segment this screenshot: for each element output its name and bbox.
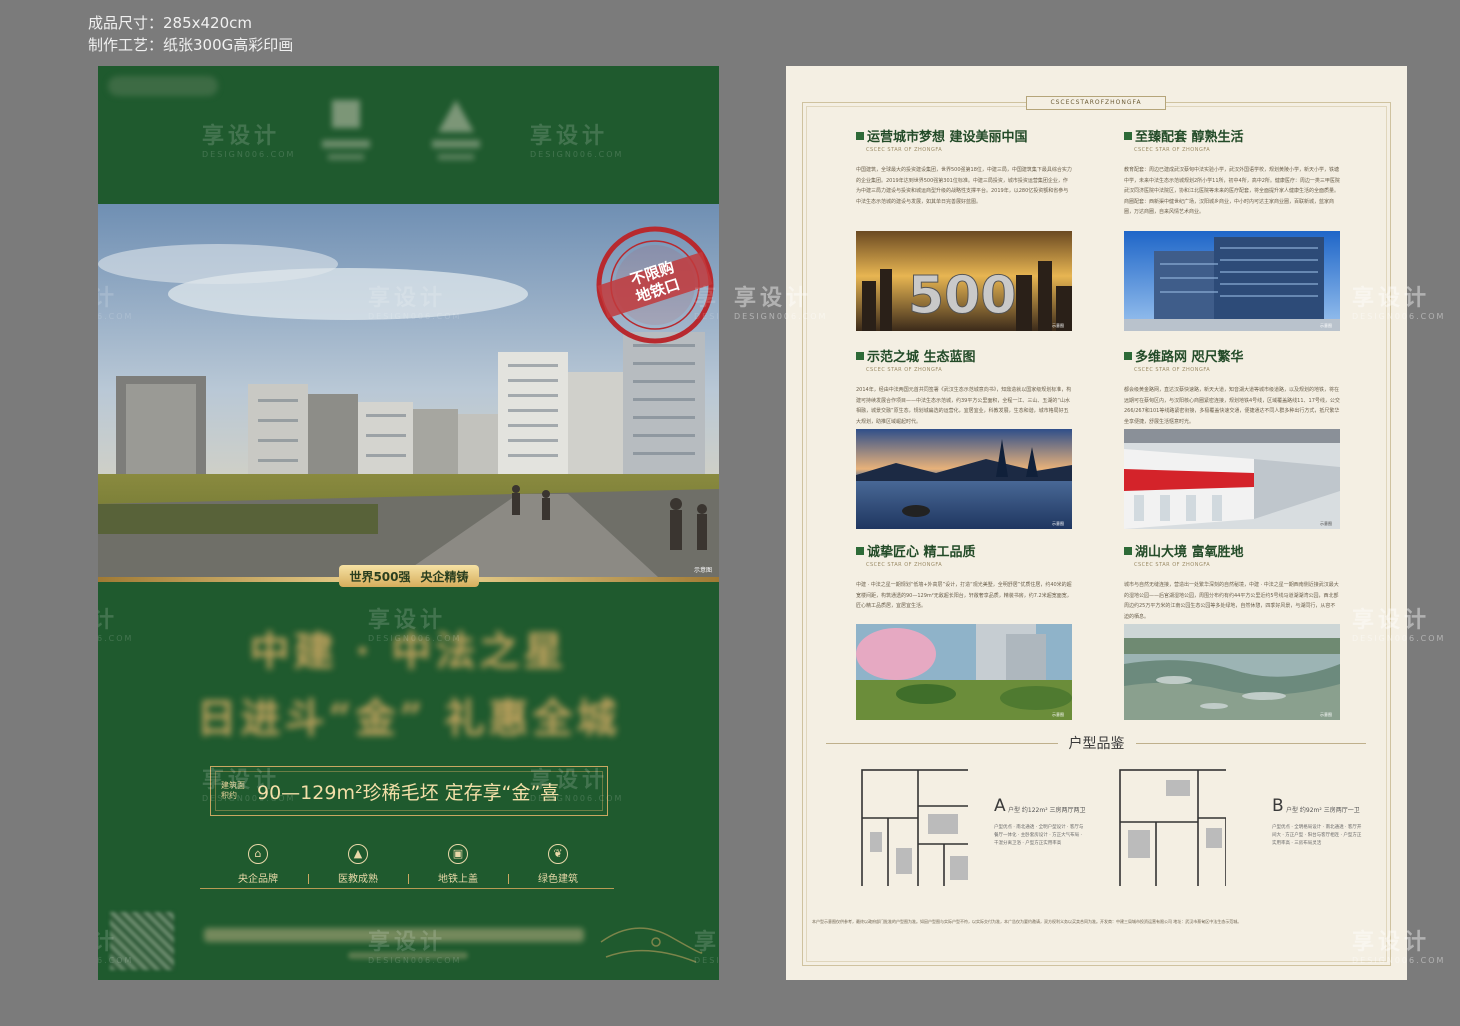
headline-slogan: 日进斗“金” 礼惠全城 xyxy=(196,695,621,742)
svg-text:示意图: 示意图 xyxy=(1052,322,1064,328)
spec-craft: 制作工艺：纸张300G高彩印画 xyxy=(88,36,294,54)
photo-hospital: 示意图 xyxy=(1124,231,1340,331)
plan-b-notes: 户型优点 · 全明格局设计 · 南北通透 · 客厅开间大 · 方正户型 · 阳台… xyxy=(1272,825,1362,846)
section-eco-city: 示范之城 生态蓝图 CSCEC STAR OF ZHONGFA 2014年，经由… xyxy=(856,346,1072,427)
watermark: 享设计DESIGN006.COM xyxy=(202,124,296,159)
price-text: 90—129m²珍稀毛坯 定存享“金”喜 xyxy=(257,781,560,804)
home-icon: ⌂ xyxy=(248,844,268,864)
svg-text:示意图: 示意图 xyxy=(1052,711,1064,717)
leaf-icon: ❦ xyxy=(548,844,568,864)
feature-metro: ▣ 地铁上盖 xyxy=(408,844,508,885)
section-title: 多维路网 咫尺繁华 xyxy=(1135,350,1244,365)
developer-logo xyxy=(108,76,218,96)
feature-divider xyxy=(200,888,614,889)
feature-label: 绿色建筑 xyxy=(538,874,578,885)
section-transport: 多维路网 咫尺繁华 CSCEC STAR OF ZHONGFA 都会级黄金路网，… xyxy=(1124,346,1340,427)
section-sub: CSCEC STAR OF ZHONGFA xyxy=(866,562,943,568)
headline-project-name: 中建 · 中法之星 xyxy=(249,628,568,675)
ribbon-badge: 世界500强 央企精铸 xyxy=(339,565,479,587)
floorplan-b xyxy=(1119,769,1226,886)
section-body: 中国建筑，全球最大的投资建设集团，世界500强第18位，中建三局，中国建筑集下最… xyxy=(856,167,1072,205)
section-sub: CSCEC STAR OF ZHONGFA xyxy=(1134,367,1211,373)
section-body: 都会级黄金路网，直达汉蔡快速路，新天大道，知音湖大道等城市级道路，以及规划的地铁… xyxy=(1124,387,1340,425)
plan-a-letter: A xyxy=(994,796,1006,816)
brand-tab: CSCECSTAROFZHONGFA xyxy=(1026,96,1166,110)
photo-500-city: 500 示意图 xyxy=(856,231,1072,331)
spec-size: 成品尺寸：285x420cm xyxy=(88,14,252,32)
section-title: 示范之城 生态蓝图 xyxy=(867,350,976,365)
feature-green: ❦ 绿色建筑 xyxy=(508,844,608,885)
section-sub: CSCEC STAR OF ZHONGFA xyxy=(1134,147,1211,153)
feature-label: 地铁上盖 xyxy=(438,874,478,885)
plan-b-meta: 户型 约92m² 三房两厅一卫 xyxy=(1286,807,1360,814)
ribbon-right-text: 央企精铸 xyxy=(420,569,469,584)
photo-metro: 示意图 xyxy=(1124,429,1340,529)
stamp-badge: 不限购 地铁口 xyxy=(592,222,718,348)
photo-garden: 示意图 xyxy=(856,624,1072,724)
location-map-icon xyxy=(600,927,703,963)
svg-text:示意图: 示意图 xyxy=(1052,520,1064,526)
svg-text:500: 500 xyxy=(908,266,1017,326)
plan-a-meta: 户型 约122m² 三房两厅两卫 xyxy=(1008,807,1086,814)
floorplan-a xyxy=(861,769,968,886)
section-amenities: 至臻配套 醇熟生活 CSCEC STAR OF ZHONGFA 教育配套：周边已… xyxy=(1124,126,1340,218)
section-sub: CSCEC STAR OF ZHONGFA xyxy=(1134,562,1211,568)
section-title: 至臻配套 醇熟生活 xyxy=(1135,130,1244,145)
section-body: 中建 · 中法之星一期规划“低墙+外高层”设计，打造“观光美墅，全明舒居”优质住… xyxy=(856,582,1072,609)
section-title: 诚挚匠心 精工品质 xyxy=(867,545,976,560)
photo-lake: 示意图 xyxy=(856,429,1072,529)
graduation-cap-icon: ▲ xyxy=(348,844,368,864)
svg-text:示意图: 示意图 xyxy=(1320,520,1332,526)
section-body: 教育配套：周边已建成武汉蔡甸中法实验小学，武汉外国语学校，规划黄陵小学，新天小学… xyxy=(1124,167,1340,215)
feature-row: ⌂ 央企品牌 ▲ 医教成熟 ▣ 地铁上盖 ❦ 绿色建筑 xyxy=(208,844,608,894)
back-flyer: CSCECSTAROFZHONGFA 运营城市梦想 建设美丽中国 CSCEC S… xyxy=(734,66,1443,980)
section-sub: CSCEC STAR OF ZHONGFA xyxy=(866,367,943,373)
hotline-blurred xyxy=(204,928,584,942)
footnote: 本户型示意图仅供参考，最终以政府部门批准的户型图为准。如因户型图与实际户型不符，… xyxy=(812,919,1242,924)
feature-education: ▲ 医教成熟 xyxy=(308,844,408,885)
plan-a-notes: 户型优点 · 南北通透 · 全明户型设计 · 客厅与餐厅一体化 · 主卧套房设计… xyxy=(994,825,1084,846)
plan-b-letter: B xyxy=(1272,796,1284,816)
svg-text:示意图: 示意图 xyxy=(1320,711,1332,717)
section-body: 2014年，经由中法两国元首共同签署《武汉生态示范城意向书》，知鼎造就以国家级规… xyxy=(856,387,1072,425)
metro-icon: ▣ xyxy=(448,844,468,864)
section-title: 运营城市梦想 建设美丽中国 xyxy=(867,130,1028,145)
address-blurred xyxy=(348,952,468,959)
ribbon-left-text: 世界500强 xyxy=(349,569,411,584)
section-craftsmanship: 诚挚匠心 精工品质 CSCEC STAR OF ZHONGFA 中建 · 中法之… xyxy=(856,541,1072,612)
front-flyer: 示意图 不限购 地铁口 世界500强 央企精铸 中建 · 中法之星 日进斗“金”… xyxy=(98,66,719,980)
watermark: 享设计DESIGN006.COM xyxy=(530,124,624,159)
photo-wetland: 示意图 xyxy=(1124,624,1340,724)
section-lakes: 湖山大境 富氧胜地 CSCEC STAR OF ZHONGFA 城市与自然无缝连… xyxy=(1124,541,1340,622)
section-title: 湖山大境 富氧胜地 xyxy=(1135,545,1244,560)
brand-logo-right xyxy=(428,100,484,170)
feature-label: 央企品牌 xyxy=(238,874,278,885)
brand-logo-left xyxy=(318,100,374,170)
price-banner: 建筑面积约 90—129m²珍稀毛坯 定存享“金”喜 xyxy=(210,766,608,816)
feature-brand: ⌂ 央企品牌 xyxy=(208,844,308,885)
hero-badge: 示意图 xyxy=(694,566,712,574)
section-operations: 运营城市梦想 建设美丽中国 CSCEC STAR OF ZHONGFA 中国建筑… xyxy=(856,126,1072,207)
feature-label: 医教成熟 xyxy=(338,874,378,885)
qr-code xyxy=(110,912,174,970)
svg-text:示意图: 示意图 xyxy=(1320,322,1332,328)
house-type-divider-right xyxy=(1136,743,1366,744)
price-tag: 建筑面积约 xyxy=(221,781,245,800)
section-sub: CSCEC STAR OF ZHONGFA xyxy=(866,147,943,153)
hero-render-image: 示意图 不限购 地铁口 xyxy=(98,204,719,577)
section-body: 城市与自然无缝连接，营造出一处繁华深刻的自然秘境，中建 · 中法之星一期西南侧近… xyxy=(1124,582,1339,620)
